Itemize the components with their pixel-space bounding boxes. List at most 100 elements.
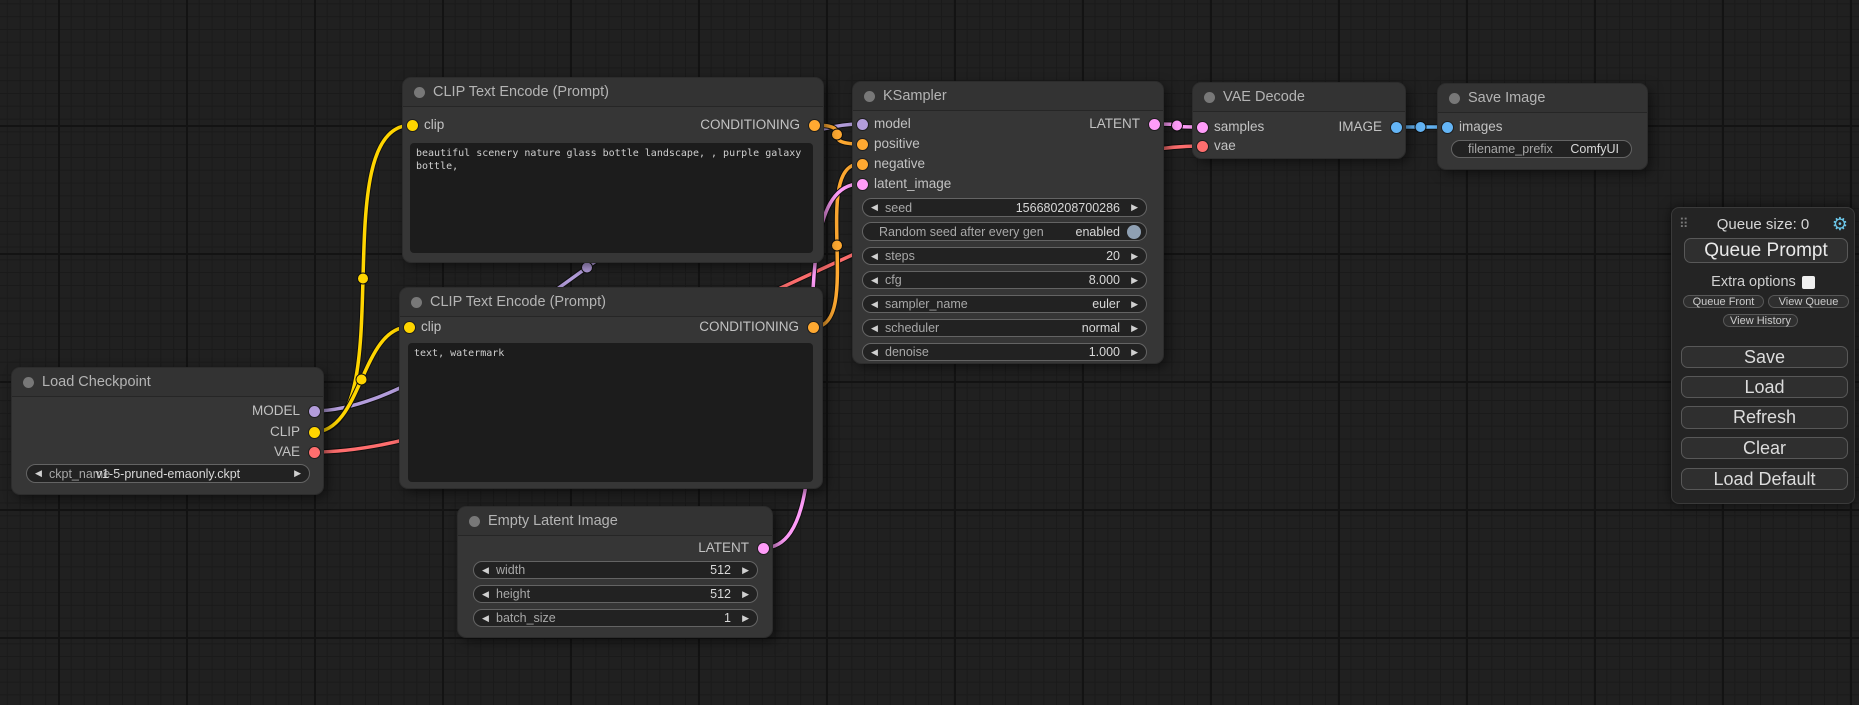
view-history-button[interactable]: View History [1723, 314, 1798, 327]
extra-options-checkbox[interactable] [1802, 276, 1815, 289]
output-port-LATENT[interactable] [1149, 119, 1160, 130]
widget-width[interactable]: ◀▶width512 [473, 561, 758, 579]
decrement-arrow-icon[interactable]: ◀ [871, 296, 878, 312]
increment-arrow-icon[interactable]: ▶ [742, 562, 749, 578]
node-ksampler[interactable]: KSamplermodelpositivenegativelatent_imag… [853, 82, 1163, 363]
node-save-image[interactable]: Save Imageimagesfilename_prefixComfyUI [1438, 84, 1647, 169]
widget-steps[interactable]: ◀▶steps20 [862, 247, 1147, 265]
node-title-bar[interactable]: Load Checkpoint [12, 368, 323, 397]
increment-arrow-icon[interactable]: ▶ [1131, 344, 1138, 360]
output-port-IMAGE[interactable] [1391, 122, 1402, 133]
decrement-arrow-icon[interactable]: ◀ [871, 248, 878, 264]
link-center-dot-image-to-save[interactable] [1415, 122, 1426, 133]
queue-front-button[interactable]: Queue Front [1683, 295, 1764, 308]
view-queue-button[interactable]: View Queue [1768, 295, 1849, 308]
input-port-images[interactable] [1442, 122, 1453, 133]
toggle-indicator-icon[interactable] [1127, 225, 1141, 239]
collapse-dot-icon[interactable] [1449, 93, 1460, 104]
widget-sampler_name[interactable]: ◀▶sampler_nameeuler [862, 295, 1147, 313]
output-port-CONDITIONING[interactable] [808, 322, 819, 333]
clear-button[interactable]: Clear [1681, 437, 1848, 459]
output-port-label-LATENT: LATENT [1089, 117, 1140, 131]
output-port-label-VAE: VAE [274, 445, 300, 459]
prompt-textarea[interactable]: beautiful scenery nature glass bottle la… [410, 143, 813, 253]
widget-denoise[interactable]: ◀▶denoise1.000 [862, 343, 1147, 361]
extra-options-row: Extra options [1672, 274, 1854, 290]
decrement-arrow-icon[interactable]: ◀ [482, 586, 489, 602]
widget-random-seed-toggle[interactable]: Random seed after every genenabled [862, 222, 1147, 241]
node-title-bar[interactable]: KSampler [853, 82, 1163, 111]
increment-arrow-icon[interactable]: ▶ [742, 610, 749, 626]
node-title-bar[interactable]: Empty Latent Image [458, 507, 772, 536]
input-port-negative[interactable] [857, 159, 868, 170]
output-port-label-LATENT: LATENT [698, 541, 749, 555]
decrement-arrow-icon[interactable]: ◀ [871, 199, 878, 216]
output-port-MODEL[interactable] [309, 406, 320, 417]
settings-gear-icon[interactable]: ⚙ [1832, 214, 1848, 234]
widget-filename_prefix[interactable]: filename_prefixComfyUI [1451, 140, 1632, 158]
decrement-arrow-icon[interactable]: ◀ [482, 562, 489, 578]
link-center-dot-latent-to-decode[interactable] [1172, 120, 1183, 131]
input-port-latent_image[interactable] [857, 179, 868, 190]
input-port-vae[interactable] [1197, 141, 1208, 152]
node-title-bar[interactable]: CLIP Text Encode (Prompt) [400, 288, 822, 317]
widget-value: v1-5-pruned-emaonly.ckpt [27, 465, 309, 482]
output-port-label-CONDITIONING: CONDITIONING [700, 118, 800, 132]
node-clip-text-encode-negative[interactable]: CLIP Text Encode (Prompt)clipCONDITIONIN… [400, 288, 822, 488]
increment-arrow-icon[interactable]: ▶ [1131, 320, 1138, 336]
widget-seed[interactable]: ◀▶seed156680208700286 [862, 198, 1147, 217]
link-center-dot-clip-to-negative-encode[interactable] [356, 374, 367, 385]
decrement-arrow-icon[interactable]: ◀ [482, 610, 489, 626]
link-center-dot-clip-to-positive-encode[interactable] [358, 273, 369, 284]
prompt-textarea[interactable]: text, watermark [408, 343, 813, 482]
output-port-VAE[interactable] [309, 447, 320, 458]
decrement-arrow-icon[interactable]: ◀ [871, 344, 878, 360]
input-port-clip[interactable] [407, 120, 418, 131]
output-port-LATENT[interactable] [758, 543, 769, 554]
input-port-positive[interactable] [857, 139, 868, 150]
input-port-clip[interactable] [404, 322, 415, 333]
input-port-model[interactable] [857, 119, 868, 130]
collapse-dot-icon[interactable] [1204, 92, 1215, 103]
widget-height[interactable]: ◀▶height512 [473, 585, 758, 603]
node-title-bar[interactable]: CLIP Text Encode (Prompt) [403, 78, 823, 107]
queue-prompt-button[interactable]: Queue Prompt [1684, 238, 1848, 263]
link-center-dot-conditioning-to-positive[interactable] [832, 129, 843, 140]
link-center-dot-model-to-ksampler[interactable] [582, 262, 593, 273]
increment-arrow-icon[interactable]: ▶ [1131, 248, 1138, 264]
node-empty-latent-image[interactable]: Empty Latent ImageLATENT◀▶width512◀▶heig… [458, 507, 772, 637]
output-port-CONDITIONING[interactable] [809, 120, 820, 131]
graph-canvas[interactable]: Load CheckpointMODELCLIPVAE◀▶ckpt_namev1… [0, 0, 1859, 705]
decrement-arrow-icon[interactable]: ◀ [871, 272, 878, 288]
save-button[interactable]: Save [1681, 346, 1848, 368]
widget-value: 20 [1106, 248, 1120, 264]
widget-scheduler[interactable]: ◀▶schedulernormal [862, 319, 1147, 337]
increment-arrow-icon[interactable]: ▶ [1131, 199, 1138, 216]
node-title-bar[interactable]: VAE Decode [1193, 83, 1405, 112]
node-title-text: CLIP Text Encode (Prompt) [430, 288, 606, 316]
output-port-CLIP[interactable] [309, 427, 320, 438]
increment-arrow-icon[interactable]: ▶ [1131, 296, 1138, 312]
node-clip-text-encode-positive[interactable]: CLIP Text Encode (Prompt)clipCONDITIONIN… [403, 78, 823, 262]
collapse-dot-icon[interactable] [414, 87, 425, 98]
widget-ckpt_name[interactable]: ◀▶ckpt_namev1-5-pruned-emaonly.ckpt [26, 464, 310, 483]
collapse-dot-icon[interactable] [411, 297, 422, 308]
widget-batch_size[interactable]: ◀▶batch_size1 [473, 609, 758, 627]
increment-arrow-icon[interactable]: ▶ [742, 586, 749, 602]
link-center-dot-conditioning-to-negative[interactable] [832, 240, 843, 251]
node-vae-decode[interactable]: VAE DecodesamplesvaeIMAGE [1193, 83, 1405, 158]
refresh-button[interactable]: Refresh [1681, 406, 1848, 429]
increment-arrow-icon[interactable]: ▶ [1131, 272, 1138, 288]
node-title-bar[interactable]: Save Image [1438, 84, 1647, 113]
collapse-dot-icon[interactable] [864, 91, 875, 102]
collapse-dot-icon[interactable] [469, 516, 480, 527]
widget-cfg[interactable]: ◀▶cfg8.000 [862, 271, 1147, 289]
input-port-samples[interactable] [1197, 122, 1208, 133]
widget-label: seed [885, 199, 912, 216]
node-load-checkpoint[interactable]: Load CheckpointMODELCLIPVAE◀▶ckpt_namev1… [12, 368, 323, 494]
decrement-arrow-icon[interactable]: ◀ [871, 320, 878, 336]
load-default-button[interactable]: Load Default [1681, 468, 1848, 490]
load-button[interactable]: Load [1681, 376, 1848, 398]
collapse-dot-icon[interactable] [23, 377, 34, 388]
widget-value: 1 [724, 610, 731, 626]
